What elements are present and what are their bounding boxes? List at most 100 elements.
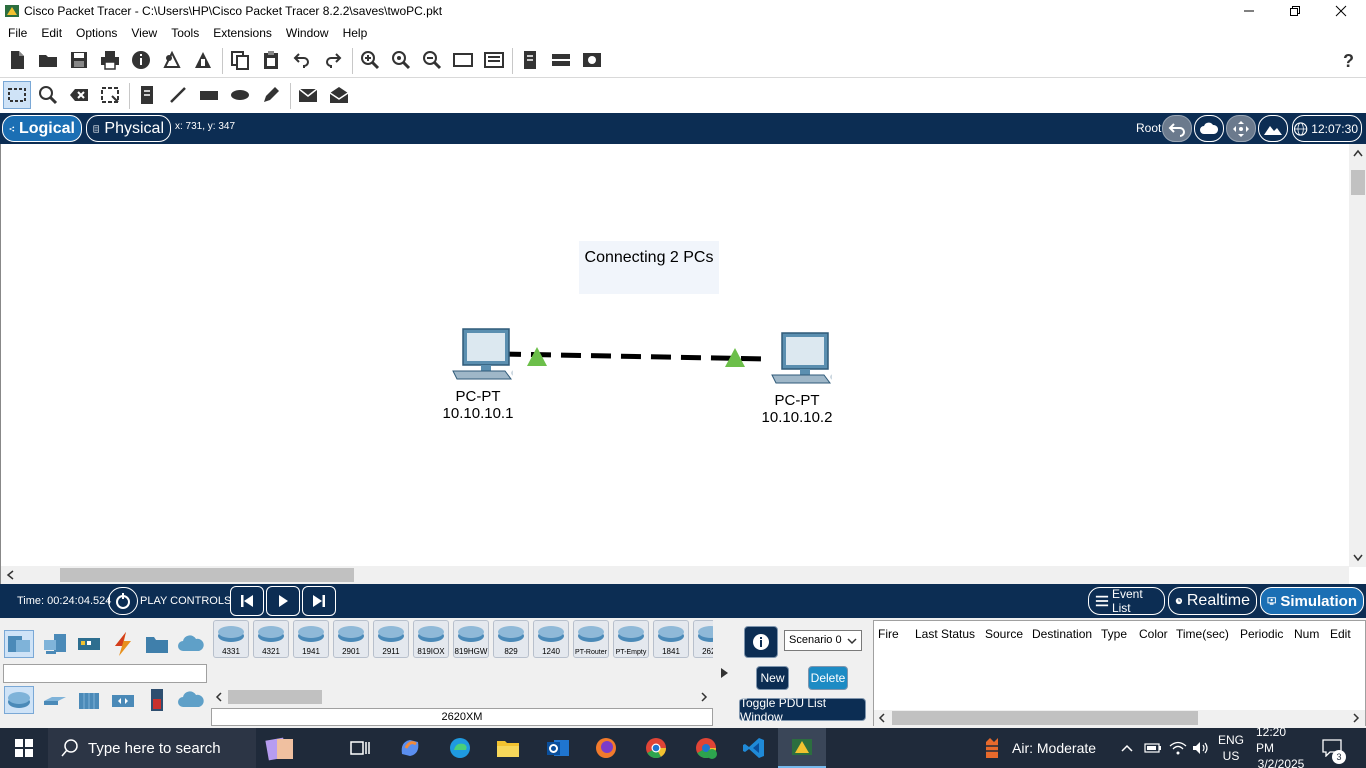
custom-device-dialog-button[interactable] (480, 46, 508, 74)
draw-rectangle-button[interactable] (195, 81, 223, 109)
simulation-mode-button[interactable]: Simulation (1260, 587, 1364, 615)
security-subcategory[interactable] (142, 686, 172, 714)
device-model-pt-router[interactable]: PT-Router (573, 620, 609, 658)
menu-window[interactable]: Window (280, 26, 335, 40)
notification-center-button[interactable]: 3 (1322, 728, 1346, 768)
toggle-pdu-list-button[interactable]: Toggle PDU List Window (739, 696, 866, 724)
device-model-4321[interactable]: 4321 (253, 620, 289, 658)
device-model-2901[interactable]: 2901 (333, 620, 369, 658)
notes-button[interactable] (516, 46, 544, 74)
back-button[interactable] (1162, 115, 1192, 142)
workspace-vertical-scrollbar[interactable] (1349, 144, 1366, 567)
logical-workspace[interactable]: Connecting 2 PCs PC-PT 10.10.10.1 PC-PT … (0, 144, 1366, 584)
network-indicator[interactable] (1169, 728, 1187, 768)
device-search-input[interactable] (3, 664, 207, 683)
add-simple-pdu-button[interactable] (294, 81, 322, 109)
device-list-scroll-thumb[interactable] (228, 690, 322, 704)
delete-scenario-button[interactable]: Delete (808, 666, 848, 690)
column-header-num[interactable]: Num (1294, 627, 1319, 641)
device-model-pt-empty[interactable]: PT-Empty (613, 620, 649, 658)
workspace-horizontal-scrollbar[interactable] (1, 566, 1349, 584)
edge-app[interactable] (436, 728, 484, 768)
menu-file[interactable]: File (2, 26, 33, 40)
device-list-scrollbar[interactable] (211, 689, 713, 705)
column-header-color[interactable]: Color (1139, 627, 1168, 641)
multiuser-category[interactable] (176, 630, 206, 658)
logical-view-tab[interactable]: Logical (2, 115, 82, 142)
custom-device-button[interactable] (189, 46, 217, 74)
zoom-reset-button[interactable] (387, 46, 415, 74)
zoom-out-button[interactable] (418, 46, 446, 74)
column-header-destination[interactable]: Destination (1032, 627, 1092, 641)
components-category[interactable] (74, 630, 104, 658)
battery-indicator[interactable] (1144, 728, 1162, 768)
add-complex-pdu-button[interactable] (325, 81, 353, 109)
activity-wizard-button[interactable] (158, 46, 186, 74)
column-header-type[interactable]: Type (1101, 627, 1127, 641)
weather-widget[interactable]: Air: Moderate (982, 728, 1096, 768)
firefox-app[interactable] (582, 728, 630, 768)
scenario-select[interactable]: Scenario 0 (784, 630, 862, 651)
column-header-last-status[interactable]: Last Status (915, 627, 975, 641)
place-note-button[interactable] (133, 81, 161, 109)
pc-device-1[interactable]: PC-PT 10.10.10.1 (433, 327, 523, 422)
column-header-fire[interactable]: Fire (878, 627, 899, 641)
new-scenario-button[interactable]: New (756, 666, 789, 690)
horizontal-scroll-thumb[interactable] (60, 568, 354, 582)
undo-button[interactable] (288, 46, 316, 74)
wireless-subcategory[interactable] (108, 686, 138, 714)
play-button[interactable] (266, 586, 300, 616)
pdu-list-scroll-thumb[interactable] (892, 711, 1198, 725)
open-file-button[interactable] (34, 46, 62, 74)
physical-view-tab[interactable]: Physical (86, 115, 171, 142)
device-model-819hgw[interactable]: 819HGW (453, 620, 489, 658)
draw-ellipse-button[interactable] (226, 81, 254, 109)
device-model-829[interactable]: 829 (493, 620, 529, 658)
task-view-button[interactable] (336, 728, 384, 768)
device-model-2911[interactable]: 2911 (373, 620, 409, 658)
new-cluster-button[interactable] (1194, 115, 1224, 142)
column-header-periodic[interactable]: Periodic (1240, 627, 1283, 641)
background-image-button[interactable] (578, 46, 606, 74)
move-object-button[interactable] (1226, 115, 1256, 142)
help-button[interactable]: ? (1334, 46, 1362, 74)
copy-button[interactable] (226, 46, 254, 74)
panel-toggle-button[interactable] (716, 618, 732, 728)
device-model-2620[interactable]: 2620 (693, 620, 713, 658)
outlook-app[interactable] (534, 728, 582, 768)
device-model-4331[interactable]: 4331 (213, 620, 249, 658)
resize-shape-button[interactable] (96, 81, 124, 109)
event-list-button[interactable]: Event List (1088, 587, 1165, 615)
device-model-819iox[interactable]: 819IOX (413, 620, 449, 658)
device-template-button[interactable] (547, 46, 575, 74)
connections-category[interactable] (108, 630, 138, 658)
step-forward-button[interactable] (302, 586, 336, 616)
start-button[interactable] (0, 728, 48, 768)
file-explorer-app[interactable] (484, 728, 532, 768)
device-model-1941[interactable]: 1941 (293, 620, 329, 658)
redo-button[interactable] (319, 46, 347, 74)
scenario-info-button[interactable] (744, 626, 778, 658)
drawing-palette-button[interactable] (449, 46, 477, 74)
chrome-profile-app[interactable] (682, 728, 730, 768)
step-back-button[interactable] (230, 586, 264, 616)
minimize-button[interactable] (1226, 0, 1272, 22)
device-model-1240[interactable]: 1240 (533, 620, 569, 658)
viewport-clock[interactable]: 12:07:30 (1292, 115, 1362, 142)
paste-button[interactable] (257, 46, 285, 74)
menu-view[interactable]: View (125, 26, 163, 40)
volume-indicator[interactable] (1192, 728, 1210, 768)
inspect-tool-button[interactable] (34, 81, 62, 109)
input-language-indicator[interactable]: ENG US (1218, 728, 1244, 768)
system-clock[interactable]: 12:20 PM 3/2/2025 (1256, 725, 1306, 768)
menu-tools[interactable]: Tools (165, 26, 205, 40)
restore-button[interactable] (1272, 0, 1318, 22)
pc-device-2[interactable]: PC-PT 10.10.10.2 (752, 331, 842, 426)
menu-edit[interactable]: Edit (35, 26, 68, 40)
column-header-source[interactable]: Source (985, 627, 1023, 641)
draw-line-button[interactable] (164, 81, 192, 109)
set-tiled-background-button[interactable] (1258, 115, 1288, 142)
power-cycle-button[interactable] (108, 587, 138, 615)
vertical-scroll-thumb[interactable] (1351, 170, 1365, 195)
show-hidden-icons-button[interactable] (1120, 728, 1134, 768)
